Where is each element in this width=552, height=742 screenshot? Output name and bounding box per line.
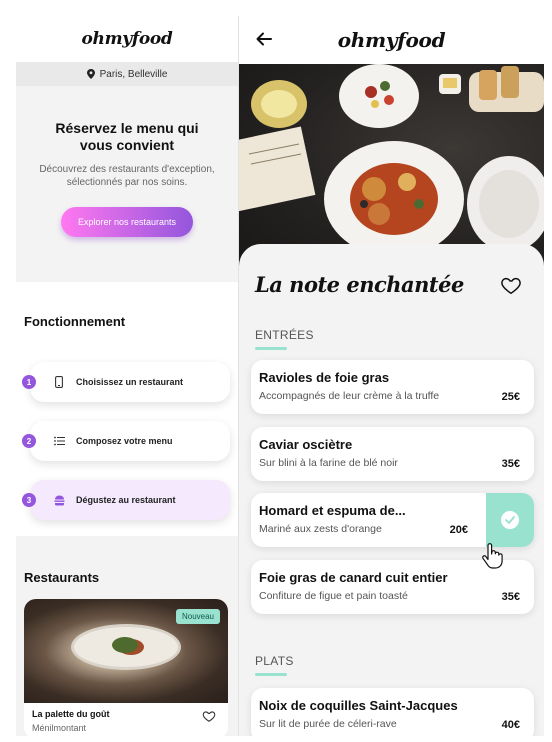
- dish-card[interactable]: Ravioles de foie gras Accompagnés de leu…: [251, 360, 534, 414]
- heart-icon[interactable]: [500, 274, 522, 296]
- step-label: Dégustez au restaurant: [76, 495, 176, 505]
- location-label: Paris, Belleville: [99, 68, 168, 80]
- dish-price: 35€: [501, 458, 520, 470]
- dish-description: Confiture de figue et pain toasté: [259, 590, 408, 602]
- app-logo[interactable]: ohmyfood: [16, 16, 238, 62]
- burger-icon: [52, 493, 66, 507]
- hero-subtitle: Découvrez des restaurants d'exception, s…: [39, 164, 215, 188]
- dish-price: 25€: [501, 391, 520, 403]
- step-number: 3: [22, 493, 36, 507]
- restaurant-title: La note enchantée: [255, 272, 464, 297]
- header: ohmyfood: [239, 16, 544, 64]
- check-icon: [501, 511, 519, 529]
- list-icon: [52, 434, 66, 448]
- dish-name: Ravioles de foie gras: [259, 370, 390, 385]
- menu-sheet: La note enchantée ENTRÉES Ravioles de fo…: [239, 244, 544, 736]
- dish-card[interactable]: Caviar osciètre Sur blini à la farine de…: [251, 427, 534, 481]
- restaurant-area: Ménilmontant: [32, 723, 87, 733]
- selected-check-button[interactable]: [486, 493, 534, 547]
- how-it-works-section: Fonctionnement 1 Choisissez un restauran…: [16, 282, 238, 536]
- dish-description: Sur lit de purée de céleri-rave: [259, 718, 397, 730]
- restaurant-card[interactable]: Nouveau La palette du goût Ménilmontant: [24, 599, 228, 736]
- step-choose-restaurant[interactable]: 1 Choisissez un restaurant: [22, 362, 230, 402]
- dish-name: Foie gras de canard cuit entier: [259, 570, 448, 585]
- home-screen: ohmyfood Paris, Belleville Réservez le m…: [16, 16, 238, 736]
- step-number: 2: [22, 434, 36, 448]
- dish-name: Caviar osciètre: [259, 437, 353, 452]
- step-number: 1: [22, 375, 36, 389]
- dish-card-selected[interactable]: Homard et espuma de... Mariné aux zests …: [251, 493, 534, 547]
- how-it-works-title: Fonctionnement: [24, 314, 126, 329]
- back-arrow-icon[interactable]: [255, 30, 273, 48]
- step-enjoy-restaurant[interactable]: 3 Dégustez au restaurant: [22, 480, 230, 520]
- restaurants-section: Restaurants Nouveau La palette du goût M…: [16, 536, 238, 736]
- hero-title: Réservez le menu qui vous convient: [55, 120, 199, 153]
- app-logo[interactable]: ohmyfood: [239, 28, 544, 52]
- dish-price: 35€: [501, 591, 520, 603]
- explore-restaurants-button[interactable]: Explorer nos restaurants: [61, 207, 193, 237]
- step-label: Choisissez un restaurant: [76, 377, 184, 387]
- dish-description: Accompagnés de leur crème à la truffe: [259, 390, 440, 402]
- hero-section: Réservez le menu qui vous convient Décou…: [16, 86, 238, 282]
- location-bar[interactable]: Paris, Belleville: [16, 62, 238, 86]
- restaurant-menu-screen: ohmyfood La note enchantée ENTRÉES Ravio…: [239, 16, 544, 736]
- step-label: Composez votre menu: [76, 436, 173, 446]
- dish-name: Noix de coquilles Saint-Jacques: [259, 698, 458, 713]
- restaurant-photo: Nouveau: [24, 599, 228, 703]
- heart-icon[interactable]: [202, 709, 216, 723]
- section-title-starters: ENTRÉES: [255, 328, 314, 350]
- new-badge: Nouveau: [175, 609, 220, 624]
- phone-icon: [52, 375, 66, 389]
- restaurant-photo: [239, 64, 544, 274]
- location-pin-icon: [86, 69, 95, 79]
- step-compose-menu[interactable]: 2 Composez votre menu: [22, 421, 230, 461]
- restaurants-title: Restaurants: [24, 570, 100, 585]
- food-photo-illustration: [239, 64, 544, 257]
- dish-card[interactable]: Noix de coquilles Saint-Jacques Sur lit …: [251, 688, 534, 736]
- hand-pointer-icon: [482, 543, 503, 569]
- section-title-mains: PLATS: [255, 654, 294, 676]
- dish-description: Sur blini à la farine de blé noir: [259, 457, 398, 469]
- dish-price: 20€: [449, 524, 468, 536]
- dish-price: 40€: [501, 719, 520, 731]
- restaurant-name: La palette du goût: [32, 709, 110, 719]
